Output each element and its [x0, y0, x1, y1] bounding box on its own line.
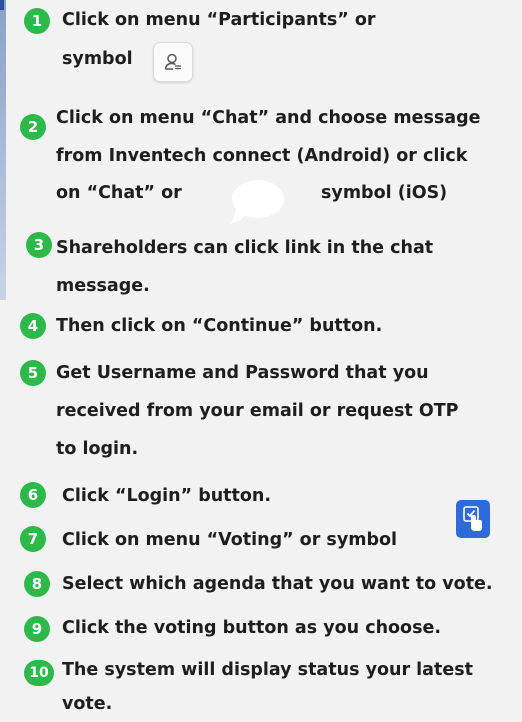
- step-text-line: Click on menu “Chat” and choose message: [56, 108, 481, 128]
- step-text-line: Select which agenda that you want to vot…: [62, 574, 493, 594]
- step-text-line: symbol: [62, 49, 133, 69]
- step-number-badge: 9: [24, 616, 50, 642]
- step-text-line: symbol (iOS): [321, 183, 448, 203]
- step-number-badge: 2: [20, 114, 46, 140]
- step-text-line: Click on menu “Voting” or symbol: [62, 530, 398, 550]
- participants-icon: [153, 42, 193, 82]
- voting-hand-icon: [456, 500, 490, 538]
- step-number-badge: 5: [20, 360, 46, 386]
- step-text-line: The system will display status your late…: [62, 660, 474, 680]
- step-number-badge: 4: [20, 313, 46, 339]
- step-text-line: Then click on “Continue” button.: [56, 316, 383, 336]
- step-text-line: Click the voting button as you choose.: [62, 618, 442, 638]
- step-text-line: on “Chat” or: [56, 183, 182, 203]
- step-text-line: Click on menu “Participants” or: [62, 10, 376, 30]
- step-number-badge: 7: [20, 526, 46, 552]
- step-number-badge: 1: [24, 8, 50, 34]
- step-text-line: Get Username and Password that you: [56, 363, 429, 383]
- step-number-badge: 6: [20, 482, 46, 508]
- step-number-badge: 3: [26, 232, 52, 258]
- step-number-badge: 8: [24, 571, 50, 597]
- step-text-line: to login.: [56, 439, 139, 459]
- step-text-line: received from your email or request OTP: [56, 401, 459, 421]
- step-text-line: Shareholders can click link in the chat: [56, 238, 434, 258]
- step-text-line: Click “Login” button.: [62, 486, 272, 506]
- step-text-line: from Inventech connect (Android) or clic…: [56, 146, 468, 166]
- step-text-line: message.: [56, 276, 150, 296]
- left-edge-bar: [0, 0, 6, 300]
- step-text-line: vote.: [62, 694, 113, 714]
- chat-bubble-icon: [228, 178, 288, 226]
- left-edge-marker: [0, 0, 4, 10]
- step-number-badge: 10: [24, 660, 54, 686]
